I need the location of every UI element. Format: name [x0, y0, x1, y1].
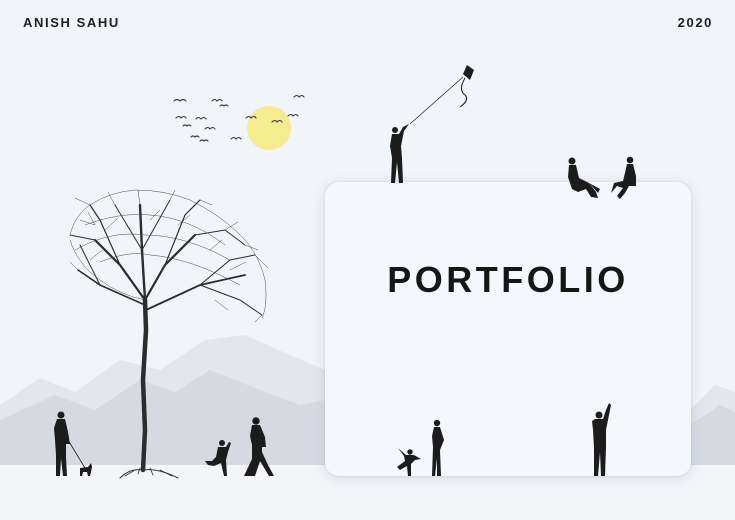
author-name: ANISH SAHU [23, 15, 120, 30]
portfolio-title: PORTFOLIO [387, 259, 629, 300]
year-label: 2020 [677, 15, 713, 30]
portfolio-card [325, 182, 691, 476]
sun-icon [247, 106, 291, 150]
